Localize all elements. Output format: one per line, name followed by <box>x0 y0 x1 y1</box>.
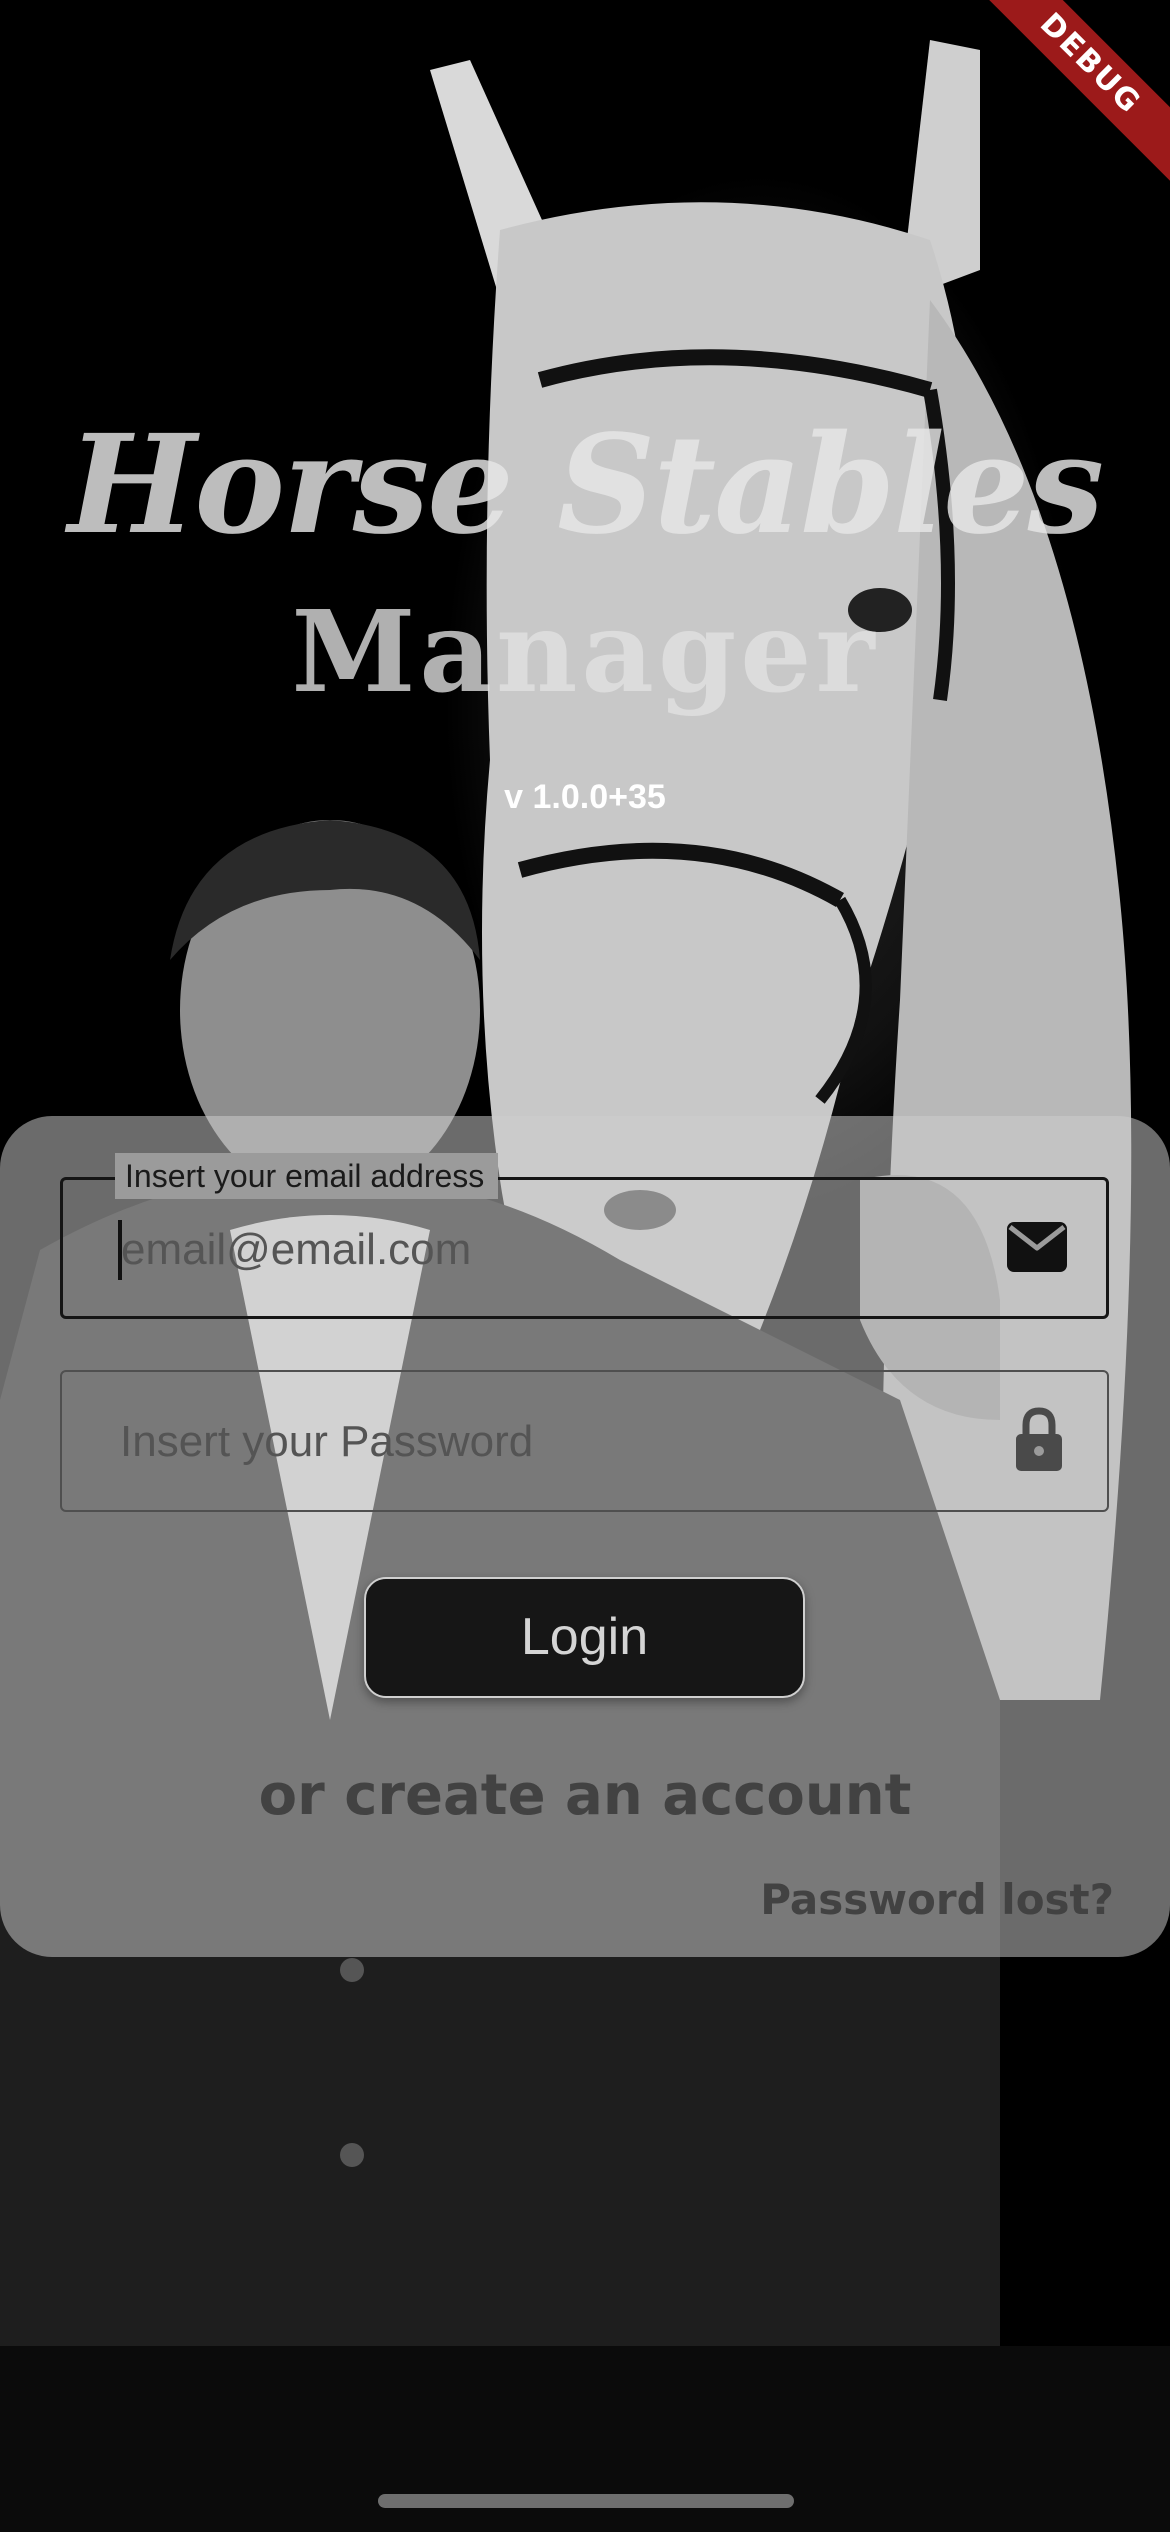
password-placeholder: Insert your Password <box>120 1417 534 1466</box>
email-placeholder: email@email.com <box>121 1225 472 1274</box>
password-lost-link[interactable]: Password lost? <box>760 1870 1114 1930</box>
lock-icon <box>1016 1407 1062 1471</box>
password-field[interactable]: Insert your Password <box>60 1370 1109 1512</box>
version-label: v 1.0.0+35 <box>504 778 666 816</box>
login-screen: DEBUG Horse Stables Manager v 1.0.0+35 I… <box>0 0 1170 2532</box>
home-indicator[interactable] <box>378 2494 794 2508</box>
app-title: Horse Stables <box>67 405 1104 565</box>
bottom-bar <box>0 2346 1170 2532</box>
app-subtitle: Manager <box>291 587 879 718</box>
login-button[interactable]: Login <box>364 1577 805 1698</box>
email-field[interactable]: Insert your email address email@email.co… <box>60 1153 1109 1319</box>
create-account-link[interactable]: or create an account <box>0 1760 1170 1832</box>
mail-icon <box>1007 1222 1067 1272</box>
email-field-label: Insert your email address <box>115 1153 499 1199</box>
